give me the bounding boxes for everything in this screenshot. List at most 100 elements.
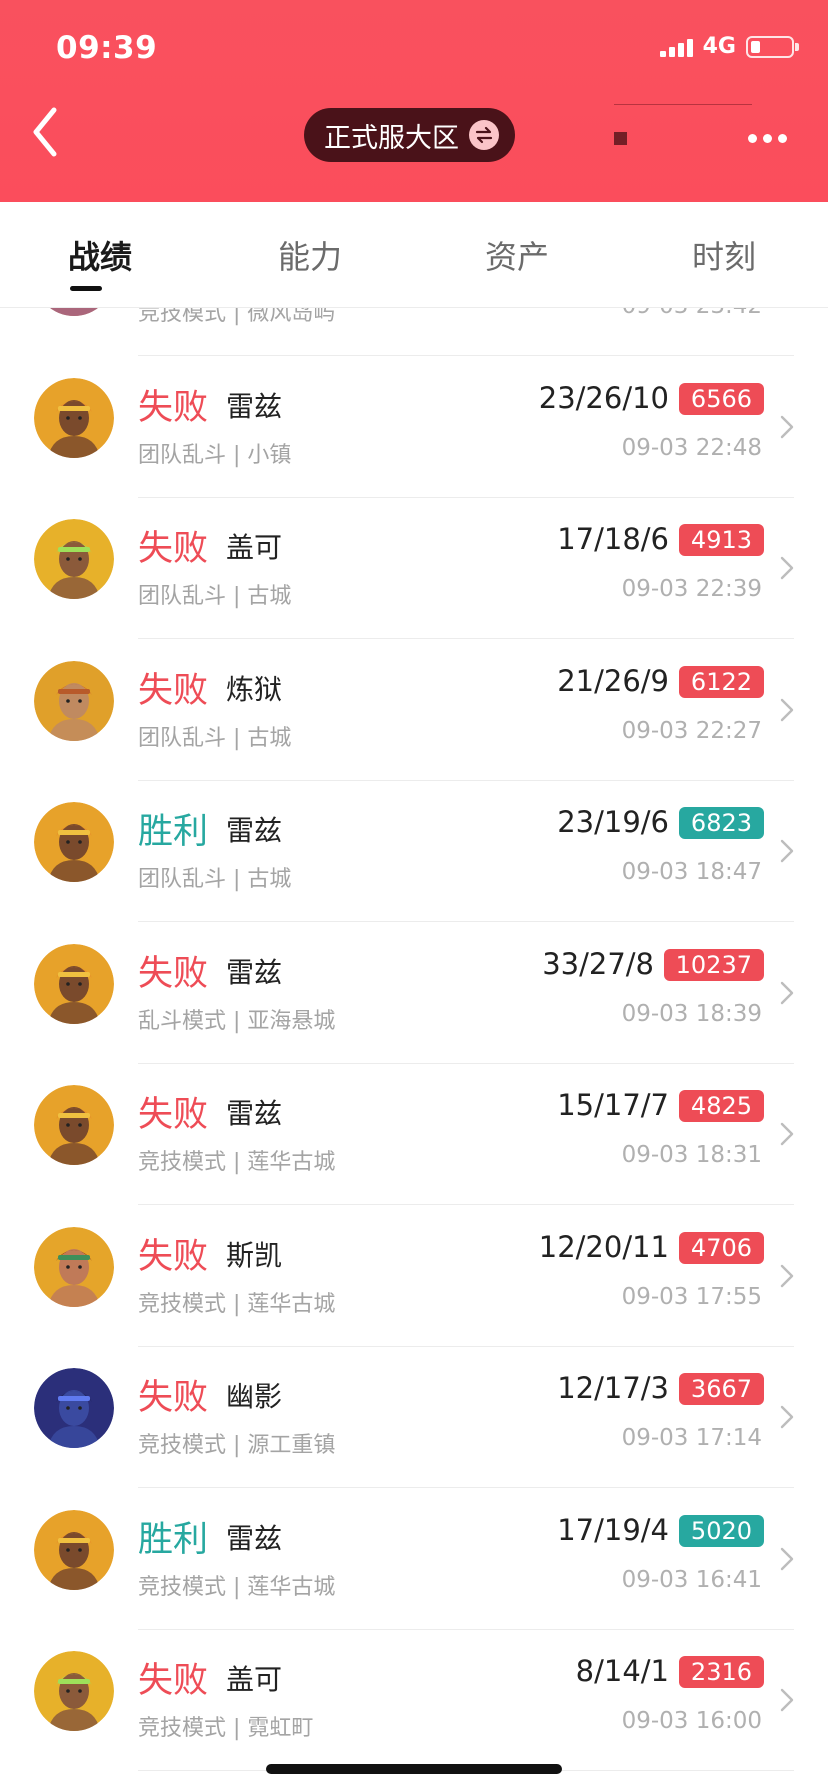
kda-value: 15/17/7 (557, 1088, 669, 1122)
signal-icon (659, 37, 693, 57)
agent-avatar (34, 377, 114, 458)
score-badge: 4706 (678, 1231, 764, 1264)
tab-record[interactable]: 战绩 (68, 232, 132, 278)
app-root: 09:39 4G 正式服大区 战绩 能力 资产 时刻 竞技模式 | 微风岛屿 失… (0, 0, 828, 1792)
match-row[interactable]: 失败 雷兹 乱斗模式 | 亚海悬城 10237 33/27/8 09-03 18:39 (0, 923, 828, 1064)
agent-avatar (34, 1226, 114, 1307)
kda-value: 33/27/8 (542, 946, 654, 981)
region-label: 正式服大区 (324, 122, 459, 154)
match-result: 失败 (138, 1661, 209, 1701)
agent-name: 雷兹 (226, 1097, 283, 1130)
region-switch-button[interactable]: 正式服大区 (304, 108, 515, 162)
match-mode: 团队乱斗 | 古城 (138, 725, 292, 751)
score-badge: 6122 (678, 665, 764, 698)
match-row[interactable]: 失败 斯凯 竞技模式 | 莲华古城 4706 12/20/11 09-03 17:55 (0, 1206, 828, 1347)
more-dot (763, 133, 772, 143)
kda-value: 21/26/9 (557, 663, 669, 698)
more-button[interactable] (748, 128, 796, 148)
score-badge: 4913 (678, 524, 764, 556)
match-row[interactable]: 胜利 雷兹 竞技模式 | 莲华古城 5020 17/19/4 09-03 16:41 (0, 1489, 828, 1630)
chevron-right-icon (780, 556, 794, 580)
tab-ability[interactable]: 能力 (278, 232, 342, 278)
match-result: 失败 (138, 529, 209, 569)
match-time: 09-03 16:41 (621, 1566, 762, 1593)
more-dot (778, 133, 787, 143)
match-result: 失败 (138, 1095, 209, 1135)
agent-name: 幽影 (226, 1380, 283, 1413)
agent-avatar (34, 308, 114, 316)
active-tab-indicator (70, 286, 102, 291)
match-mode: 竞技模式 | 莲华古城 (138, 1291, 336, 1317)
agent-name: 雷兹 (226, 955, 283, 989)
match-mode: 团队乱斗 | 古城 (138, 584, 292, 609)
match-mode: 乱斗模式 | 亚海悬城 (138, 1008, 336, 1034)
kda-value: 12/17/3 (557, 1371, 669, 1405)
score-badge: 5020 (678, 1514, 764, 1547)
kda-value: 12/20/11 (538, 1229, 669, 1264)
more-dot (748, 133, 757, 143)
agent-avatar (34, 802, 114, 882)
kda-value: 23/19/6 (557, 805, 669, 839)
score-badge: 6566 (678, 382, 764, 415)
match-mode: 竞技模式 | 源工重镇 (138, 1433, 336, 1458)
match-time: 09-03 22:48 (621, 434, 762, 461)
swap-icon (469, 120, 499, 150)
agent-name: 斯凯 (226, 1238, 283, 1272)
header: 09:39 4G 正式服大区 (0, 0, 828, 202)
tab-assets[interactable]: 资产 (485, 232, 549, 278)
status-time: 09:39 (56, 30, 158, 66)
chevron-right-icon (780, 1547, 794, 1570)
score-badge: 6823 (678, 807, 764, 839)
agent-avatar (34, 660, 114, 741)
kda-value: 23/26/10 (538, 380, 669, 415)
match-row[interactable]: 失败 雷兹 团队乱斗 | 小镇 6566 23/26/10 09-03 22:48 (0, 357, 828, 498)
match-mode: 竞技模式 | 微风岛屿 (138, 308, 336, 326)
home-indicator (266, 1764, 562, 1774)
match-result: 失败 (138, 953, 209, 994)
agent-name: 雷兹 (226, 814, 283, 847)
capsule-decoration (606, 88, 752, 172)
kda-value: 17/19/4 (557, 1512, 669, 1547)
chevron-right-icon (780, 981, 794, 1004)
battery-icon (746, 35, 799, 58)
chevron-right-icon (780, 415, 794, 438)
match-time: 09-03 18:39 (621, 1000, 762, 1027)
match-mode: 竞技模式 | 莲华古城 (138, 1150, 336, 1175)
chevron-right-icon (780, 839, 794, 863)
match-time: 09-03 16:00 (621, 1708, 762, 1734)
agent-avatar (34, 519, 114, 599)
match-result: 失败 (138, 387, 209, 428)
agent-name: 盖可 (226, 531, 283, 564)
chevron-right-icon (780, 1122, 794, 1146)
chevron-right-icon (780, 698, 794, 721)
back-button[interactable] (28, 104, 78, 160)
match-list[interactable]: 竞技模式 | 微风岛屿09-03 23:42失败雷兹团队乱斗 | 小镇65662… (0, 308, 828, 1792)
match-row[interactable]: 胜利 雷兹 团队乱斗 | 古城 6823 23/19/6 09-03 18:47 (0, 781, 828, 922)
match-result: 失败 (138, 670, 209, 711)
match-row[interactable]: 失败 盖可 竞技模式 | 霓虹町 2316 8/14/1 09-03 16:00 (0, 1630, 828, 1771)
back-arrow-icon (33, 107, 57, 157)
match-row[interactable]: 失败 炼狱 团队乱斗 | 古城 6122 21/26/9 09-03 22:27 (0, 640, 828, 781)
match-time: 09-03 23:42 (622, 308, 762, 319)
agent-avatar (34, 1368, 114, 1448)
match-mode: 竞技模式 | 霓虹町 (138, 1716, 314, 1741)
match-row[interactable]: 竞技模式 | 微风岛屿 09-03 23:42 (0, 308, 828, 356)
tab-bar: 战绩 能力 资产 时刻 (0, 202, 828, 308)
agent-avatar (34, 943, 114, 1024)
agent-avatar (34, 1085, 114, 1165)
match-mode: 团队乱斗 | 古城 (138, 867, 292, 892)
match-time: 09-03 18:47 (621, 859, 762, 885)
score-badge: 2316 (678, 1656, 764, 1688)
tab-moments[interactable]: 时刻 (692, 232, 756, 278)
kda-value: 8/14/1 (575, 1654, 669, 1688)
match-time: 09-03 22:39 (621, 576, 762, 602)
match-row[interactable]: 失败 幽影 竞技模式 | 源工重镇 3667 12/17/3 09-03 17:14 (0, 1347, 828, 1488)
agent-avatar (34, 1651, 114, 1731)
match-row[interactable]: 失败 雷兹 竞技模式 | 莲华古城 4825 15/17/7 09-03 18:31 (0, 1064, 828, 1205)
match-row[interactable]: 失败 盖可 团队乱斗 | 古城 4913 17/18/6 09-03 22:39 (0, 498, 828, 639)
agent-name: 雷兹 (226, 1521, 283, 1555)
network-type: 4G (702, 34, 736, 59)
chevron-right-icon (780, 1688, 794, 1712)
agent-avatar (34, 1509, 114, 1590)
agent-name: 雷兹 (226, 389, 283, 423)
